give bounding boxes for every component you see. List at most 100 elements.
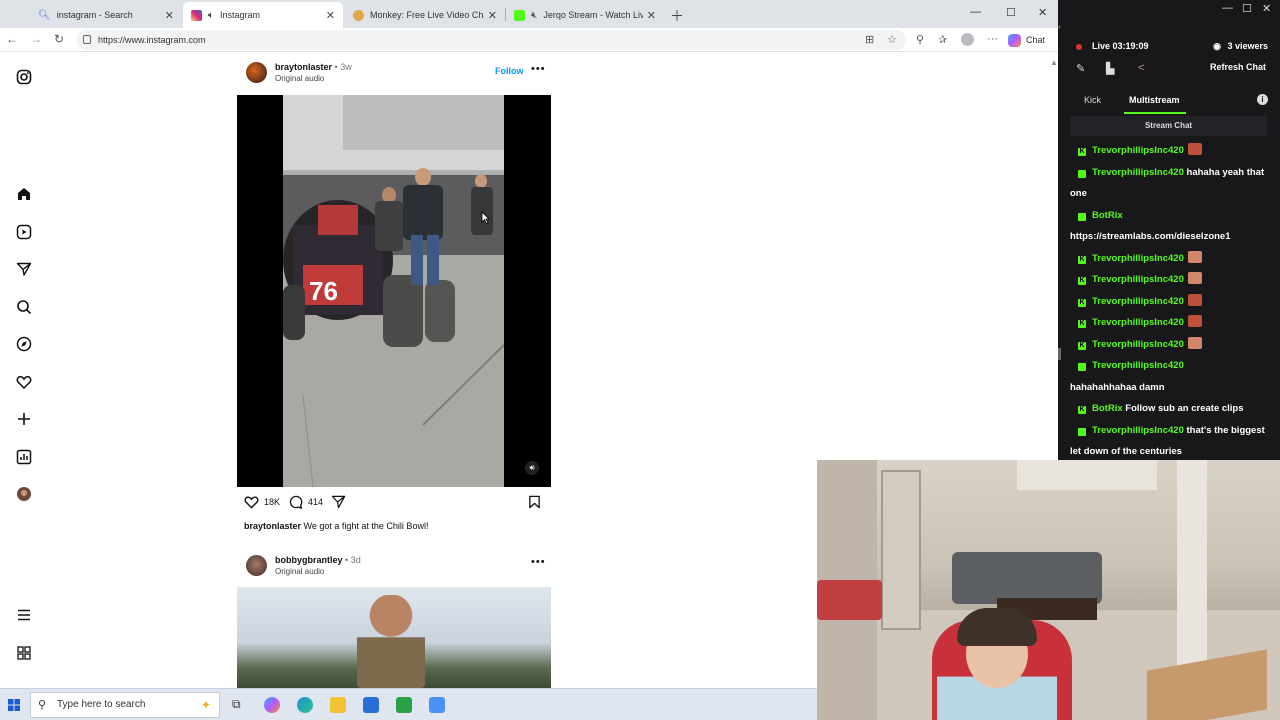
post-username[interactable]: bobbygbrantley • 3d <box>275 555 361 565</box>
copilot-chat-button[interactable]: Chat <box>1008 31 1045 49</box>
chat-username[interactable]: TrevorphillipsInc420 <box>1092 167 1184 178</box>
threads-icon[interactable] <box>16 645 32 661</box>
collapse-icon[interactable]: › <box>1058 22 1061 31</box>
more-options-icon[interactable]: ••• <box>531 63 546 75</box>
home-icon[interactable] <box>16 186 32 202</box>
edge-browser-icon[interactable] <box>297 697 313 713</box>
tab-instagram[interactable]: 🔈︎ Instagram ✕ <box>183 2 343 28</box>
chat-message: K TrevorphillipsInc420 <box>1078 312 1274 334</box>
app-available-icon[interactable]: ⊞ <box>865 33 874 46</box>
close-window-button[interactable]: ✕ <box>1038 6 1047 19</box>
more-options-icon[interactable]: ••• <box>531 556 546 568</box>
messages-icon[interactable] <box>16 261 32 277</box>
close-tab-icon[interactable]: ✕ <box>647 9 656 22</box>
like-icon[interactable] <box>244 495 259 511</box>
avatar[interactable] <box>246 62 267 83</box>
chat-message: K TrevorphillipsInc420 <box>1078 291 1274 313</box>
muted-speaker-icon[interactable]: 🔇︎ <box>531 10 537 21</box>
close-tab-icon[interactable]: ✕ <box>488 9 497 22</box>
search-icon[interactable] <box>16 299 32 315</box>
menu-icon[interactable] <box>16 607 32 623</box>
kick-badge-icon: K <box>1078 298 1086 307</box>
chat-username[interactable]: TrevorphillipsInc420 <box>1092 317 1184 328</box>
chat-text[interactable]: https://streamlabs.com/dieselzone1 <box>1070 226 1231 248</box>
panel-scrollbar[interactable] <box>1058 348 1061 360</box>
chat-username[interactable]: TrevorphillipsInc420 <box>1092 339 1184 350</box>
explore-icon[interactable] <box>16 336 32 352</box>
extensions-icon[interactable]: ⚲ <box>916 33 924 46</box>
favorite-star-icon[interactable]: ☆ <box>887 33 897 46</box>
create-icon[interactable] <box>16 411 32 427</box>
post-video[interactable] <box>237 587 551 688</box>
app-blue-icon[interactable] <box>429 697 445 713</box>
kick-badge-icon: K <box>1078 363 1091 371</box>
post-actions: 18K 414 <box>244 494 546 514</box>
dashboard-icon[interactable] <box>16 449 32 465</box>
chat-username[interactable]: TrevorphillipsInc420 <box>1092 296 1184 307</box>
lock-icon[interactable] <box>83 35 91 44</box>
close-window-button[interactable]: ✕ <box>1262 2 1271 15</box>
taskbar-search-input[interactable]: ⚲ Type here to search ✦ <box>30 692 220 718</box>
instagram-logo-icon[interactable] <box>16 69 32 85</box>
follow-button[interactable]: Follow <box>495 66 524 76</box>
task-view-icon[interactable]: ⧉ <box>232 697 248 713</box>
share-icon[interactable]: < <box>1138 62 1144 74</box>
windows-start-icon[interactable] <box>8 698 20 711</box>
audio-label[interactable]: Original audio <box>275 567 324 576</box>
refresh-chat-button[interactable]: Refresh Chat <box>1210 62 1266 72</box>
close-tab-icon[interactable]: ✕ <box>326 9 335 22</box>
close-tab-icon[interactable]: ✕ <box>165 9 174 22</box>
tab-instagram-search[interactable]: 🔍︎ instagram - Search ✕ <box>30 2 182 28</box>
forward-button[interactable]: → <box>30 32 42 46</box>
app-green-icon[interactable] <box>396 697 412 713</box>
comment-icon[interactable] <box>288 495 303 511</box>
webcam-door <box>881 470 921 630</box>
back-button[interactable]: ← <box>6 32 18 46</box>
chat-username[interactable]: TrevorphillipsInc420 <box>1092 274 1184 285</box>
reels-icon[interactable] <box>16 224 32 240</box>
like-count[interactable]: 18K <box>264 497 280 507</box>
minimize-button[interactable]: — <box>1222 2 1233 14</box>
page-scrollbar[interactable]: ▲ <box>1050 58 1058 67</box>
chat-username[interactable]: TrevorphillipsInc420 <box>1092 145 1184 156</box>
audio-label[interactable]: Original audio <box>275 74 324 83</box>
copilot-taskbar-icon[interactable] <box>264 697 280 713</box>
tab-monkey[interactable]: Monkey: Free Live Video Chat to ✕ <box>345 2 505 28</box>
pencil-icon[interactable]: ✎ <box>1076 62 1085 75</box>
new-tab-button[interactable]: ＋ <box>670 6 684 26</box>
audio-toggle-icon[interactable]: 🔊︎ <box>525 461 539 475</box>
username-text[interactable]: bobbygbrantley <box>275 555 343 565</box>
save-bookmark-icon[interactable] <box>528 495 541 511</box>
more-menu-icon[interactable]: ··· <box>987 33 998 45</box>
heart-icon[interactable] <box>16 374 32 390</box>
tab-multistream[interactable]: Multistream <box>1129 95 1180 105</box>
chat-username[interactable]: TrevorphillipsInc420 <box>1092 425 1184 436</box>
comment-count[interactable]: 414 <box>308 497 323 507</box>
chat-username[interactable]: TrevorphillipsInc420 <box>1092 360 1184 371</box>
tab-kick[interactable]: Kick <box>1084 95 1101 105</box>
maximize-button[interactable]: ☐ <box>1006 6 1016 19</box>
address-bar[interactable]: https://www.instagram.com <box>76 30 906 50</box>
speaker-icon[interactable]: 🔈︎ <box>208 10 214 21</box>
favorites-icon[interactable]: ✰ <box>938 33 947 46</box>
info-icon[interactable]: i <box>1257 94 1268 105</box>
chat-username[interactable]: BotRix <box>1092 403 1123 414</box>
post-video[interactable]: 76 🔊︎ <box>237 95 551 487</box>
chat-message: KTrevorphillipsInc420 that's the biggest… <box>1070 420 1274 461</box>
clip-icon[interactable]: ▙ <box>1106 62 1114 75</box>
maximize-button[interactable]: ☐ <box>1242 2 1252 15</box>
avatar[interactable] <box>246 555 267 576</box>
username-text[interactable]: braytonlaster <box>275 62 332 72</box>
share-icon[interactable] <box>331 495 346 511</box>
chat-username[interactable]: BotRix <box>1092 210 1123 221</box>
profile-avatar[interactable] <box>16 486 32 502</box>
tab-jerqo-stream[interactable]: 🔇︎ Jerqo Stream - Watch Live o ✕ <box>506 2 664 28</box>
file-explorer-icon[interactable] <box>330 697 346 713</box>
chat-username[interactable]: TrevorphillipsInc420 <box>1092 253 1184 264</box>
post-username[interactable]: braytonlaster • 3w <box>275 62 352 72</box>
refresh-button[interactable]: ↻ <box>54 32 64 46</box>
profile-avatar[interactable] <box>961 33 974 46</box>
minimize-button[interactable]: — <box>970 6 981 18</box>
caption-username[interactable]: braytonlaster <box>244 521 301 531</box>
mail-icon[interactable] <box>363 697 379 713</box>
